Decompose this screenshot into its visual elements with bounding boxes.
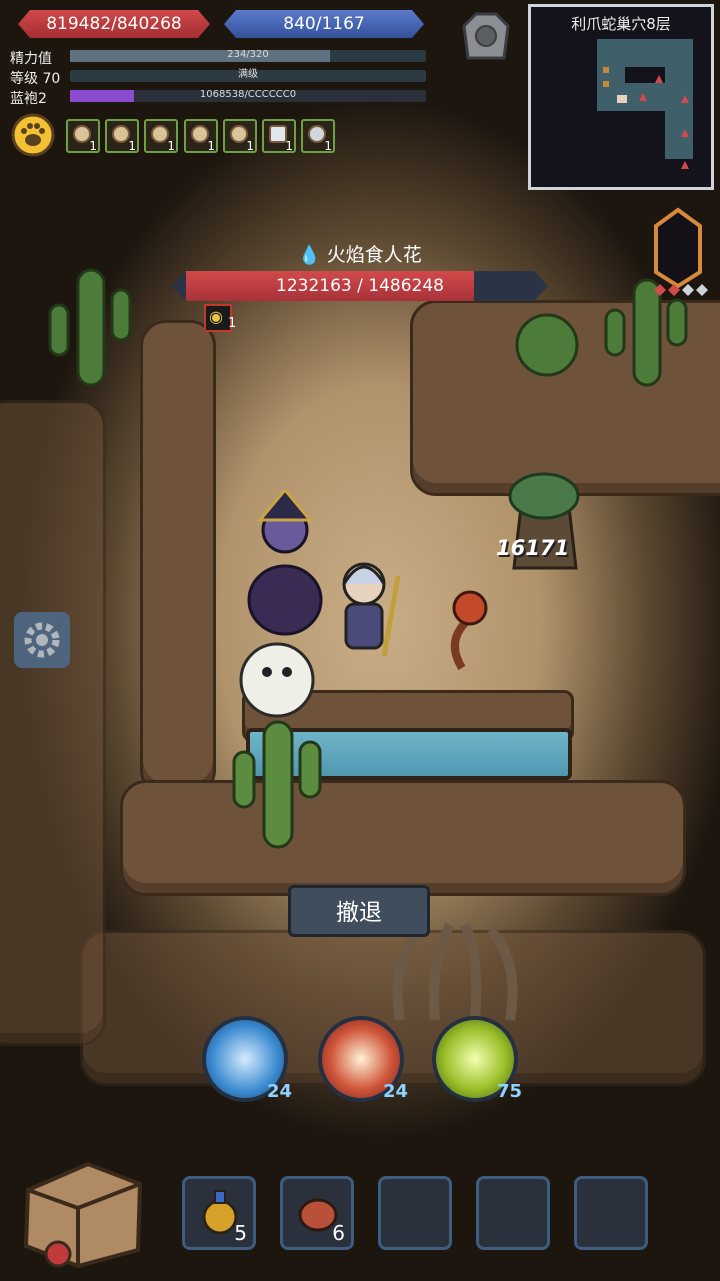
game-stage: 16171 819482/840268 840/1167 精力值 234/320… <box>0 0 720 1281</box>
dark-mage-ally <box>247 490 323 636</box>
boss-hp-bar: 1232163 / 1486248 <box>172 271 548 301</box>
rock-wall-far-left <box>0 400 106 1046</box>
shield-cup-icon <box>269 125 287 143</box>
rank-label: 蓝袍2 <box>10 91 47 107</box>
buff-slot[interactable]: 1 <box>184 119 218 153</box>
skill-cooldown: 24 <box>382 1081 408 1102</box>
rank-value: 1068538/CCCCCC0 <box>199 89 297 100</box>
water-drop-icon: 💧 <box>298 245 321 266</box>
buff-icon <box>112 125 130 143</box>
boss-name-row: 💧 火焰食人花 <box>0 240 720 267</box>
stamina-label: 精力值 <box>10 51 52 67</box>
buff-slot[interactable]: 1 <box>105 119 139 153</box>
skill-cooldown: 24 <box>266 1081 292 1102</box>
level-label: 等级 70 <box>10 71 61 87</box>
item-slot-empty[interactable] <box>378 1176 452 1250</box>
skill-ice-burst-button[interactable]: 24 <box>202 1016 292 1102</box>
item-slot-potion[interactable]: 5 <box>182 1176 256 1250</box>
stone-relic-icon[interactable] <box>458 8 514 64</box>
paw-icon[interactable] <box>10 112 56 158</box>
buff-icon <box>230 125 248 143</box>
buff-icon <box>191 125 209 143</box>
skill-cooldown: 75 <box>496 1081 522 1102</box>
backpack-icon[interactable] <box>18 1150 148 1270</box>
wings-icon <box>308 125 326 143</box>
stamina-bar: 234/320 <box>70 49 426 62</box>
eye-debuff-icon[interactable]: ◉ 1 <box>204 304 236 332</box>
minimap-rooms <box>597 39 693 169</box>
player-hp-bar: 819482/840268 <box>18 10 210 38</box>
boss-name: 火焰食人花 <box>326 244 422 266</box>
item-slot-empty[interactable] <box>476 1176 550 1250</box>
item-count: 5 <box>234 1221 247 1245</box>
item-slot-meat[interactable]: 6 <box>280 1176 354 1250</box>
buff-icon <box>73 125 91 143</box>
fire-flower-enemy <box>451 590 488 671</box>
minimap[interactable]: 利爪蛇巢穴8层 <box>528 4 714 190</box>
settings-button[interactable] <box>14 612 70 668</box>
gear-icon <box>24 622 60 658</box>
buff-slot[interactable]: 1 <box>223 119 257 153</box>
cactus-icon <box>232 720 322 849</box>
boss-hp-text: 1232163 / 1486248 <box>276 276 444 296</box>
rock-wall-left <box>140 320 216 796</box>
buff-slot[interactable]: 1 <box>144 119 178 153</box>
rock-wall-lower <box>120 780 686 896</box>
level-bar: 满级 <box>70 69 426 82</box>
level-value: 满级 <box>238 69 258 80</box>
rank-bar: 1068538/CCCCCC0 <box>70 89 426 102</box>
buff-icon <box>151 125 169 143</box>
white-spirit-ally <box>239 642 315 718</box>
hero-mage <box>342 562 401 657</box>
skill-poison-bubbles-button[interactable]: 75 <box>432 1016 522 1102</box>
item-slot-empty[interactable] <box>574 1176 648 1250</box>
damage-number: 16171 <box>496 536 570 560</box>
buff-slot[interactable]: 1 <box>262 119 296 153</box>
skill-fire-pillar-button[interactable]: 24 <box>318 1016 408 1102</box>
cactus-icon <box>48 268 132 387</box>
buff-slot[interactable]: 1 <box>301 119 335 153</box>
retreat-button[interactable]: 撤退 <box>288 885 430 937</box>
round-cactus-icon <box>515 313 579 377</box>
stamina-value: 234/320 <box>227 49 269 60</box>
item-count: 6 <box>332 1221 345 1245</box>
player-mp-bar: 840/1167 <box>224 10 424 38</box>
treant-enemy <box>508 472 580 570</box>
buff-slot[interactable]: 1 <box>66 119 100 153</box>
